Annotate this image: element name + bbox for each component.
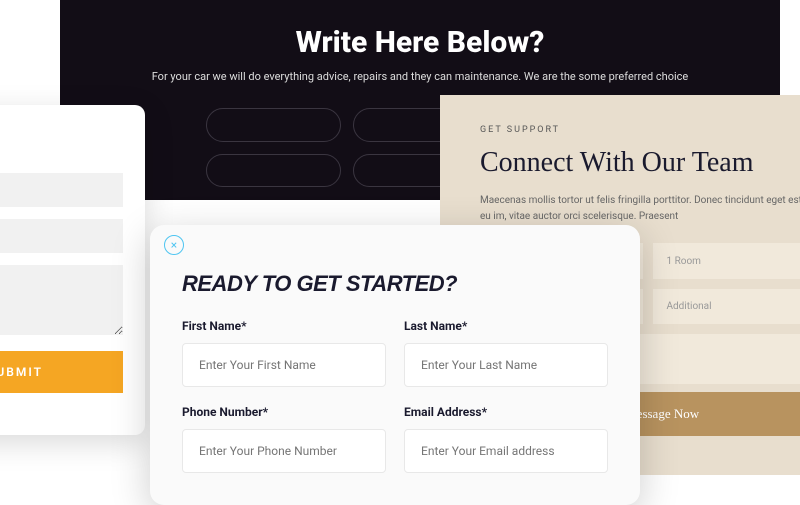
form4-row-1: First Name* Last Name* xyxy=(182,319,608,387)
form3-heading: Connect With Our Team xyxy=(480,147,800,179)
form3-description: Maecenas mollis tortor ut felis fringill… xyxy=(480,193,800,225)
form-get-started-modal: × READY TO GET STARTED? First Name* Last… xyxy=(150,225,640,505)
phone-input[interactable] xyxy=(182,429,386,473)
form2-mail-input[interactable] xyxy=(0,219,123,253)
first-name-label: First Name* xyxy=(182,319,386,333)
last-name-input[interactable] xyxy=(404,343,608,387)
form2-heading: us! xyxy=(0,123,123,153)
form4-heading: READY TO GET STARTED? xyxy=(182,271,608,297)
form2-submit-button[interactable]: SUBMIT xyxy=(0,351,123,393)
close-button[interactable]: × xyxy=(164,235,184,255)
form3-room-select[interactable]: 1 Room xyxy=(653,243,800,279)
last-name-label: Last Name* xyxy=(404,319,608,333)
form2-message-input[interactable] xyxy=(0,265,123,335)
email-input[interactable] xyxy=(404,429,608,473)
close-icon: × xyxy=(171,238,177,252)
first-name-input[interactable] xyxy=(182,343,386,387)
phone-label: Phone Number* xyxy=(182,405,386,419)
form1-input-c[interactable] xyxy=(206,154,341,187)
form1-heading: Write Here Below? xyxy=(90,25,750,60)
form1-subtext: For your car we will do everything advic… xyxy=(90,70,750,83)
form-contact-us: us! SUBMIT xyxy=(0,105,145,435)
form4-row-2: Phone Number* Email Address* xyxy=(182,405,608,473)
form3-additional-input[interactable]: Additional xyxy=(653,289,800,324)
form1-input-a[interactable] xyxy=(206,108,341,142)
email-label: Email Address* xyxy=(404,405,608,419)
form3-eyebrow: GET SUPPORT xyxy=(480,125,800,135)
form2-name-input[interactable] xyxy=(0,173,123,207)
